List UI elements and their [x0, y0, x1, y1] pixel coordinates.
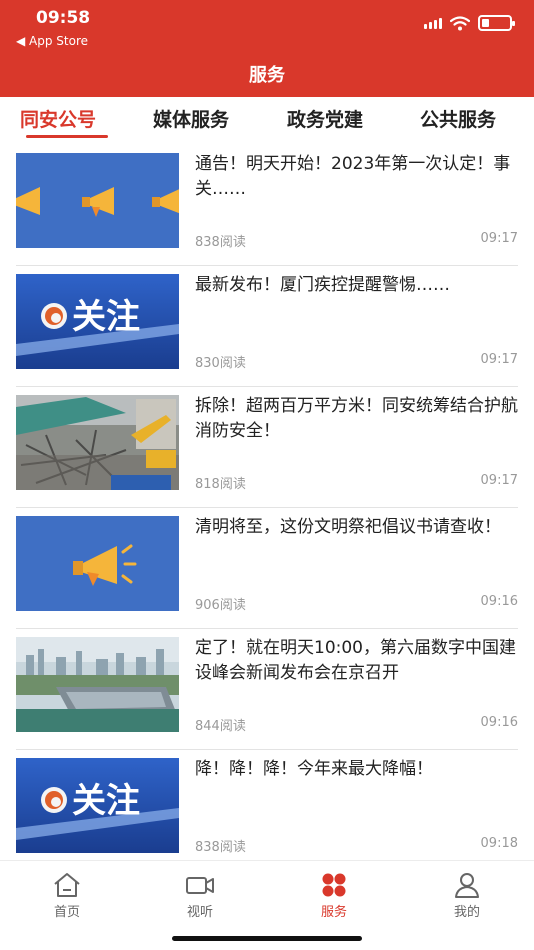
article-thumbnail [16, 153, 179, 248]
services-icon [322, 873, 346, 897]
back-to-app-store-link[interactable]: ◀ App Store [16, 34, 88, 48]
article-item[interactable]: 关注 最新发布！厦门疾控提醒警惕…… 830阅读 09:17 [16, 266, 518, 387]
article-time: 09:17 [480, 473, 518, 488]
cellular-signal-icon [424, 17, 442, 29]
category-tabs: 同安公号 媒体服务 政务党建 公共服务 [0, 97, 534, 145]
status-icons [424, 15, 515, 31]
article-thumbnail: 关注 [16, 758, 179, 853]
article-item[interactable]: 拆除！超两百万平方米！同安统筹结合护航消防安全！ 818阅读 09:17 [16, 387, 518, 508]
tab-government-party[interactable]: 政务党建 [287, 105, 363, 132]
nav-video[interactable]: 视听 [165, 871, 235, 920]
article-views: 838阅读 [195, 840, 246, 855]
top-bar: 09:58 ◀ App Store 服务 [0, 0, 534, 97]
nav-home[interactable]: 首页 [32, 871, 102, 920]
article-time: 09:17 [480, 352, 518, 367]
tab-media-services[interactable]: 媒体服务 [153, 105, 229, 132]
tab-public-services[interactable]: 公共服务 [420, 105, 496, 132]
nav-services-label: 服务 [320, 905, 347, 920]
article-thumbnail [16, 516, 179, 611]
nav-home-label: 首页 [53, 905, 80, 920]
nav-video-label: 视听 [186, 905, 213, 920]
article-title: 最新发布！厦门疾控提醒警惕…… [195, 275, 450, 295]
video-icon [186, 877, 214, 894]
tab-tongan-gonghao[interactable]: 同安公号 [20, 105, 96, 132]
thumbnail-caption: 关注 [72, 781, 140, 821]
article-thumbnail [16, 637, 179, 732]
article-time: 09:16 [480, 594, 518, 609]
article-item[interactable]: 通告！明天开始！2023年第一次认定！事关…… 838阅读 09:17 [16, 145, 518, 266]
nav-profile[interactable]: 我的 [432, 871, 502, 920]
home-icon [54, 873, 80, 897]
article-time: 09:18 [480, 836, 518, 851]
article-thumbnail: 关注 [16, 274, 179, 369]
page-title: 服务 [249, 65, 285, 86]
article-title: 清明将至，这份文明祭祀倡议书请查收！ [195, 517, 501, 537]
article-views: 844阅读 [195, 719, 246, 734]
article-list: 通告！明天开始！2023年第一次认定！事关…… 838阅读 09:17 关注 最… [0, 145, 534, 860]
article-item[interactable]: 定了！就在明天10:00，第六届数字中国建设峰会新闻发布会在京召开 844阅读 … [16, 629, 518, 750]
article-views: 906阅读 [195, 598, 246, 613]
article-views: 818阅读 [195, 477, 246, 492]
nav-profile-label: 我的 [453, 905, 480, 920]
article-time: 09:16 [480, 715, 518, 730]
active-tab-underline [26, 135, 108, 138]
article-item[interactable]: 关注 降！降！降！今年来最大降幅！ 838阅读 09:18 [16, 750, 518, 860]
nav-services[interactable]: 服务 [299, 871, 369, 920]
article-title: 定了！就在明天10:00，第六届数字中国建设峰会新闻发布会在京召开 [195, 638, 516, 683]
profile-icon [455, 873, 479, 898]
battery-level [482, 19, 489, 27]
article-views: 830阅读 [195, 356, 246, 371]
home-indicator [172, 936, 362, 941]
article-thumbnail [16, 395, 179, 490]
status-time: 09:58 [36, 8, 91, 28]
article-time: 09:17 [480, 231, 518, 246]
article-title: 降！降！降！今年来最大降幅！ [195, 759, 433, 779]
article-item[interactable]: 清明将至，这份文明祭祀倡议书请查收！ 906阅读 09:16 [16, 508, 518, 629]
wifi-icon [450, 15, 470, 30]
battery-icon [478, 15, 515, 31]
article-title: 拆除！超两百万平方米！同安统筹结合护航消防安全！ [195, 396, 518, 441]
thumbnail-caption: 关注 [72, 297, 140, 337]
article-title: 通告！明天开始！2023年第一次认定！事关…… [195, 154, 511, 199]
article-views: 838阅读 [195, 235, 246, 250]
